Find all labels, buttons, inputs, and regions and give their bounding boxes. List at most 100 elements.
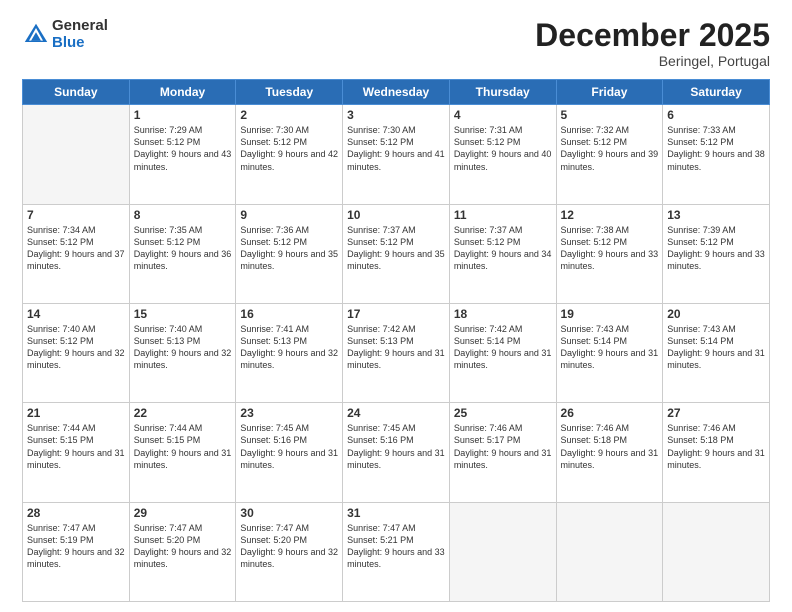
day-header-monday: Monday xyxy=(129,80,236,105)
week-row-0: 1 Sunrise: 7:29 AM Sunset: 5:12 PM Dayli… xyxy=(23,105,770,204)
day-info: Sunrise: 7:45 AM Sunset: 5:16 PM Dayligh… xyxy=(347,422,445,471)
day-number: 11 xyxy=(454,208,552,222)
calendar-cell: 27 Sunrise: 7:46 AM Sunset: 5:18 PM Dayl… xyxy=(663,403,770,502)
day-info: Sunrise: 7:39 AM Sunset: 5:12 PM Dayligh… xyxy=(667,224,765,273)
calendar-cell: 15 Sunrise: 7:40 AM Sunset: 5:13 PM Dayl… xyxy=(129,303,236,402)
calendar-cell: 14 Sunrise: 7:40 AM Sunset: 5:12 PM Dayl… xyxy=(23,303,130,402)
location: Beringel, Portugal xyxy=(535,53,770,69)
day-number: 22 xyxy=(134,406,232,420)
calendar-cell xyxy=(663,502,770,601)
day-info: Sunrise: 7:44 AM Sunset: 5:15 PM Dayligh… xyxy=(27,422,125,471)
day-header-friday: Friday xyxy=(556,80,663,105)
day-number: 9 xyxy=(240,208,338,222)
logo: General Blue xyxy=(22,18,108,51)
calendar-cell: 24 Sunrise: 7:45 AM Sunset: 5:16 PM Dayl… xyxy=(343,403,450,502)
day-info: Sunrise: 7:30 AM Sunset: 5:12 PM Dayligh… xyxy=(240,124,338,173)
day-info: Sunrise: 7:43 AM Sunset: 5:14 PM Dayligh… xyxy=(667,323,765,372)
day-number: 14 xyxy=(27,307,125,321)
day-number: 20 xyxy=(667,307,765,321)
day-info: Sunrise: 7:37 AM Sunset: 5:12 PM Dayligh… xyxy=(347,224,445,273)
day-number: 30 xyxy=(240,506,338,520)
day-info: Sunrise: 7:36 AM Sunset: 5:12 PM Dayligh… xyxy=(240,224,338,273)
day-number: 1 xyxy=(134,108,232,122)
day-number: 16 xyxy=(240,307,338,321)
day-number: 25 xyxy=(454,406,552,420)
day-info: Sunrise: 7:40 AM Sunset: 5:12 PM Dayligh… xyxy=(27,323,125,372)
day-number: 2 xyxy=(240,108,338,122)
calendar-cell: 31 Sunrise: 7:47 AM Sunset: 5:21 PM Dayl… xyxy=(343,502,450,601)
day-info: Sunrise: 7:37 AM Sunset: 5:12 PM Dayligh… xyxy=(454,224,552,273)
day-number: 28 xyxy=(27,506,125,520)
day-number: 19 xyxy=(561,307,659,321)
header: General Blue December 2025 Beringel, Por… xyxy=(22,18,770,69)
calendar-cell: 22 Sunrise: 7:44 AM Sunset: 5:15 PM Dayl… xyxy=(129,403,236,502)
day-number: 4 xyxy=(454,108,552,122)
calendar-cell xyxy=(449,502,556,601)
week-row-3: 21 Sunrise: 7:44 AM Sunset: 5:15 PM Dayl… xyxy=(23,403,770,502)
day-info: Sunrise: 7:40 AM Sunset: 5:13 PM Dayligh… xyxy=(134,323,232,372)
calendar-cell: 5 Sunrise: 7:32 AM Sunset: 5:12 PM Dayli… xyxy=(556,105,663,204)
calendar-cell: 2 Sunrise: 7:30 AM Sunset: 5:12 PM Dayli… xyxy=(236,105,343,204)
calendar-cell: 30 Sunrise: 7:47 AM Sunset: 5:20 PM Dayl… xyxy=(236,502,343,601)
day-info: Sunrise: 7:41 AM Sunset: 5:13 PM Dayligh… xyxy=(240,323,338,372)
day-number: 5 xyxy=(561,108,659,122)
title-block: December 2025 Beringel, Portugal xyxy=(535,18,770,69)
calendar-body: 1 Sunrise: 7:29 AM Sunset: 5:12 PM Dayli… xyxy=(23,105,770,602)
day-number: 15 xyxy=(134,307,232,321)
calendar-cell: 28 Sunrise: 7:47 AM Sunset: 5:19 PM Dayl… xyxy=(23,502,130,601)
day-number: 24 xyxy=(347,406,445,420)
day-number: 8 xyxy=(134,208,232,222)
day-header-sunday: Sunday xyxy=(23,80,130,105)
day-header-thursday: Thursday xyxy=(449,80,556,105)
day-info: Sunrise: 7:42 AM Sunset: 5:13 PM Dayligh… xyxy=(347,323,445,372)
logo-text: General Blue xyxy=(52,18,108,51)
calendar-cell: 25 Sunrise: 7:46 AM Sunset: 5:17 PM Dayl… xyxy=(449,403,556,502)
day-number: 23 xyxy=(240,406,338,420)
day-header-wednesday: Wednesday xyxy=(343,80,450,105)
logo-blue: Blue xyxy=(52,35,108,52)
day-number: 17 xyxy=(347,307,445,321)
calendar-cell: 9 Sunrise: 7:36 AM Sunset: 5:12 PM Dayli… xyxy=(236,204,343,303)
calendar-cell: 4 Sunrise: 7:31 AM Sunset: 5:12 PM Dayli… xyxy=(449,105,556,204)
logo-icon xyxy=(22,21,50,49)
day-info: Sunrise: 7:29 AM Sunset: 5:12 PM Dayligh… xyxy=(134,124,232,173)
calendar-header-row: SundayMondayTuesdayWednesdayThursdayFrid… xyxy=(23,80,770,105)
calendar-cell: 11 Sunrise: 7:37 AM Sunset: 5:12 PM Dayl… xyxy=(449,204,556,303)
day-number: 7 xyxy=(27,208,125,222)
day-info: Sunrise: 7:31 AM Sunset: 5:12 PM Dayligh… xyxy=(454,124,552,173)
week-row-1: 7 Sunrise: 7:34 AM Sunset: 5:12 PM Dayli… xyxy=(23,204,770,303)
day-number: 10 xyxy=(347,208,445,222)
day-info: Sunrise: 7:45 AM Sunset: 5:16 PM Dayligh… xyxy=(240,422,338,471)
day-info: Sunrise: 7:38 AM Sunset: 5:12 PM Dayligh… xyxy=(561,224,659,273)
day-number: 27 xyxy=(667,406,765,420)
day-info: Sunrise: 7:46 AM Sunset: 5:18 PM Dayligh… xyxy=(561,422,659,471)
day-number: 13 xyxy=(667,208,765,222)
week-row-2: 14 Sunrise: 7:40 AM Sunset: 5:12 PM Dayl… xyxy=(23,303,770,402)
day-number: 29 xyxy=(134,506,232,520)
day-info: Sunrise: 7:47 AM Sunset: 5:21 PM Dayligh… xyxy=(347,522,445,571)
calendar-cell: 1 Sunrise: 7:29 AM Sunset: 5:12 PM Dayli… xyxy=(129,105,236,204)
calendar-cell: 3 Sunrise: 7:30 AM Sunset: 5:12 PM Dayli… xyxy=(343,105,450,204)
calendar-cell: 6 Sunrise: 7:33 AM Sunset: 5:12 PM Dayli… xyxy=(663,105,770,204)
calendar-cell: 7 Sunrise: 7:34 AM Sunset: 5:12 PM Dayli… xyxy=(23,204,130,303)
day-info: Sunrise: 7:42 AM Sunset: 5:14 PM Dayligh… xyxy=(454,323,552,372)
day-number: 12 xyxy=(561,208,659,222)
day-number: 31 xyxy=(347,506,445,520)
day-header-tuesday: Tuesday xyxy=(236,80,343,105)
day-number: 3 xyxy=(347,108,445,122)
month-title: December 2025 xyxy=(535,18,770,53)
page: General Blue December 2025 Beringel, Por… xyxy=(0,0,792,612)
calendar-cell: 20 Sunrise: 7:43 AM Sunset: 5:14 PM Dayl… xyxy=(663,303,770,402)
calendar-cell: 8 Sunrise: 7:35 AM Sunset: 5:12 PM Dayli… xyxy=(129,204,236,303)
day-info: Sunrise: 7:34 AM Sunset: 5:12 PM Dayligh… xyxy=(27,224,125,273)
calendar-cell: 18 Sunrise: 7:42 AM Sunset: 5:14 PM Dayl… xyxy=(449,303,556,402)
day-number: 6 xyxy=(667,108,765,122)
day-info: Sunrise: 7:46 AM Sunset: 5:17 PM Dayligh… xyxy=(454,422,552,471)
day-number: 18 xyxy=(454,307,552,321)
calendar-cell: 13 Sunrise: 7:39 AM Sunset: 5:12 PM Dayl… xyxy=(663,204,770,303)
day-info: Sunrise: 7:46 AM Sunset: 5:18 PM Dayligh… xyxy=(667,422,765,471)
calendar-cell: 19 Sunrise: 7:43 AM Sunset: 5:14 PM Dayl… xyxy=(556,303,663,402)
day-info: Sunrise: 7:32 AM Sunset: 5:12 PM Dayligh… xyxy=(561,124,659,173)
day-info: Sunrise: 7:43 AM Sunset: 5:14 PM Dayligh… xyxy=(561,323,659,372)
calendar-cell xyxy=(23,105,130,204)
